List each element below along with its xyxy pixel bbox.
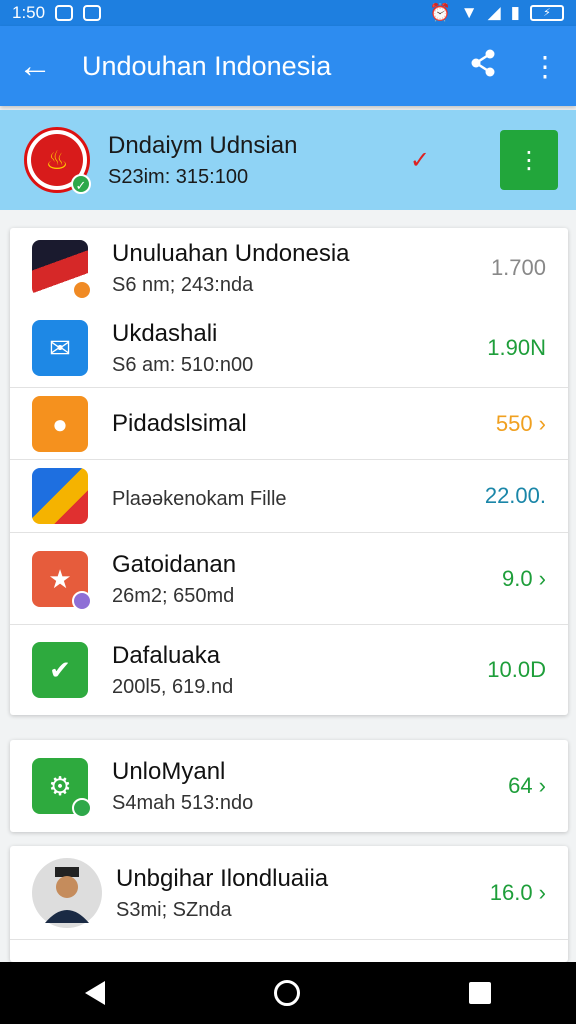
status-bar: 1:50 ⏰ ▼ ◢ ▮ ⚡ bbox=[0, 0, 576, 26]
list-item[interactable]: ✔ Dafaluaka 200l5, 619.nd 10.0D bbox=[10, 625, 568, 715]
orange-app-icon: ● bbox=[32, 396, 88, 452]
item-title: Dafaluaka bbox=[112, 641, 221, 669]
account-name: Dndaiym Udnsian bbox=[108, 131, 298, 159]
list-item[interactable]: ⚙ UnloMyanl S4mah 513:ndo 64 › bbox=[10, 740, 568, 832]
item-sub: S3mi; SZnda bbox=[116, 898, 232, 921]
signal-icon: ◢ bbox=[487, 3, 501, 22]
download-card-3: Unbgihar Ilondluaiia S3mi; SZnda 16.0 › bbox=[10, 846, 568, 962]
item-title: Unuluahan Undonesia bbox=[112, 239, 350, 267]
item-title: Gatoidanan bbox=[112, 550, 237, 578]
mail-icon: ✉ bbox=[32, 320, 88, 376]
share-icon[interactable] bbox=[452, 48, 514, 85]
recents-square-icon[interactable] bbox=[469, 982, 492, 1004]
more-vert-icon[interactable]: ⋮ bbox=[514, 50, 576, 83]
alarm-icon: ⏰ bbox=[429, 3, 451, 22]
sim-icon: ▮ bbox=[510, 3, 520, 22]
list-item[interactable]: ✉ Ukdashali S6 am: 510:n00 1.90N bbox=[10, 308, 568, 388]
list-item[interactable]: Plaəəkenokam Fille 22.00. bbox=[10, 460, 568, 532]
avatar-photo-icon bbox=[32, 858, 102, 928]
item-sub: S4mah 513:ndo bbox=[112, 791, 254, 814]
check-folder-icon: ✔ bbox=[32, 642, 88, 698]
gear-icon: ⚙ bbox=[32, 758, 92, 818]
wifi-icon: ▼ bbox=[460, 3, 478, 22]
account-logo: ♨ ✓ bbox=[24, 127, 91, 194]
account-menu-button[interactable]: ⋮ bbox=[500, 130, 558, 190]
battery-icon: ⚡ bbox=[530, 5, 564, 21]
home-circle-icon[interactable] bbox=[273, 980, 300, 1006]
list-item[interactable]: Unuluahan Undonesia S6 nm; 243:nda 1.700 bbox=[10, 228, 568, 308]
item-title: Pidadslsimal bbox=[112, 410, 247, 437]
item-value: 1.700 bbox=[490, 255, 546, 280]
app-bar: ← Undouhan Indonesia ⋮ bbox=[0, 26, 576, 106]
system-nav-bar bbox=[0, 962, 576, 1024]
account-header: ♨ ✓ Dndaiym Udnsian S23im: 315:100 ✓ ⋮ bbox=[0, 110, 576, 210]
item-title: Unbgihar Ilondluaiia bbox=[116, 864, 329, 892]
notification-icon-2 bbox=[83, 5, 102, 21]
pen-icon bbox=[32, 468, 88, 524]
verified-check-icon: ✓ bbox=[71, 174, 91, 194]
item-sub: S6 nm; 243:nda bbox=[112, 273, 254, 296]
red-mark-icon: ✓ bbox=[409, 146, 430, 174]
notification-icon bbox=[55, 5, 74, 21]
item-sub: Plaəəkenokam Fille bbox=[112, 487, 287, 510]
download-card-1: Unuluahan Undonesia S6 nm; 243:nda 1.700… bbox=[10, 228, 568, 715]
flag-file-icon bbox=[32, 240, 92, 300]
item-value: 550 › bbox=[495, 411, 546, 436]
back-triangle-icon[interactable] bbox=[84, 981, 105, 1005]
item-sub: 26m2; 650md bbox=[112, 584, 235, 607]
item-value: 9.0 › bbox=[501, 566, 546, 591]
item-value: 16.0 › bbox=[489, 880, 546, 905]
item-sub: S6 am: 510:n00 bbox=[112, 353, 254, 376]
status-time: 1:50 bbox=[12, 3, 46, 22]
star-folder-icon: ★ bbox=[32, 551, 92, 611]
list-item[interactable]: ★ Gatoidanan 26m2; 650md 9.0 › bbox=[10, 533, 568, 625]
item-value: 22.00. bbox=[484, 483, 546, 508]
item-sub: 200l5, 619.nd bbox=[112, 675, 234, 698]
item-title: Ukdashali bbox=[112, 319, 218, 347]
arrow-left-icon[interactable]: ← bbox=[0, 47, 70, 86]
account-sub: S23im: 315:100 bbox=[108, 165, 249, 188]
item-value: 1.90N bbox=[487, 335, 546, 360]
list-item[interactable]: ● Pidadslsimal 550 › bbox=[10, 388, 568, 460]
item-title: UnloMyanl bbox=[112, 757, 226, 785]
download-card-2: ⚙ UnloMyanl S4mah 513:ndo 64 › bbox=[10, 740, 568, 832]
item-value: 64 › bbox=[508, 773, 546, 798]
list-item[interactable]: Unbgihar Ilondluaiia S3mi; SZnda 16.0 › bbox=[10, 846, 568, 940]
page-title: Undouhan Indonesia bbox=[82, 50, 332, 81]
item-value: 10.0D bbox=[487, 657, 546, 682]
